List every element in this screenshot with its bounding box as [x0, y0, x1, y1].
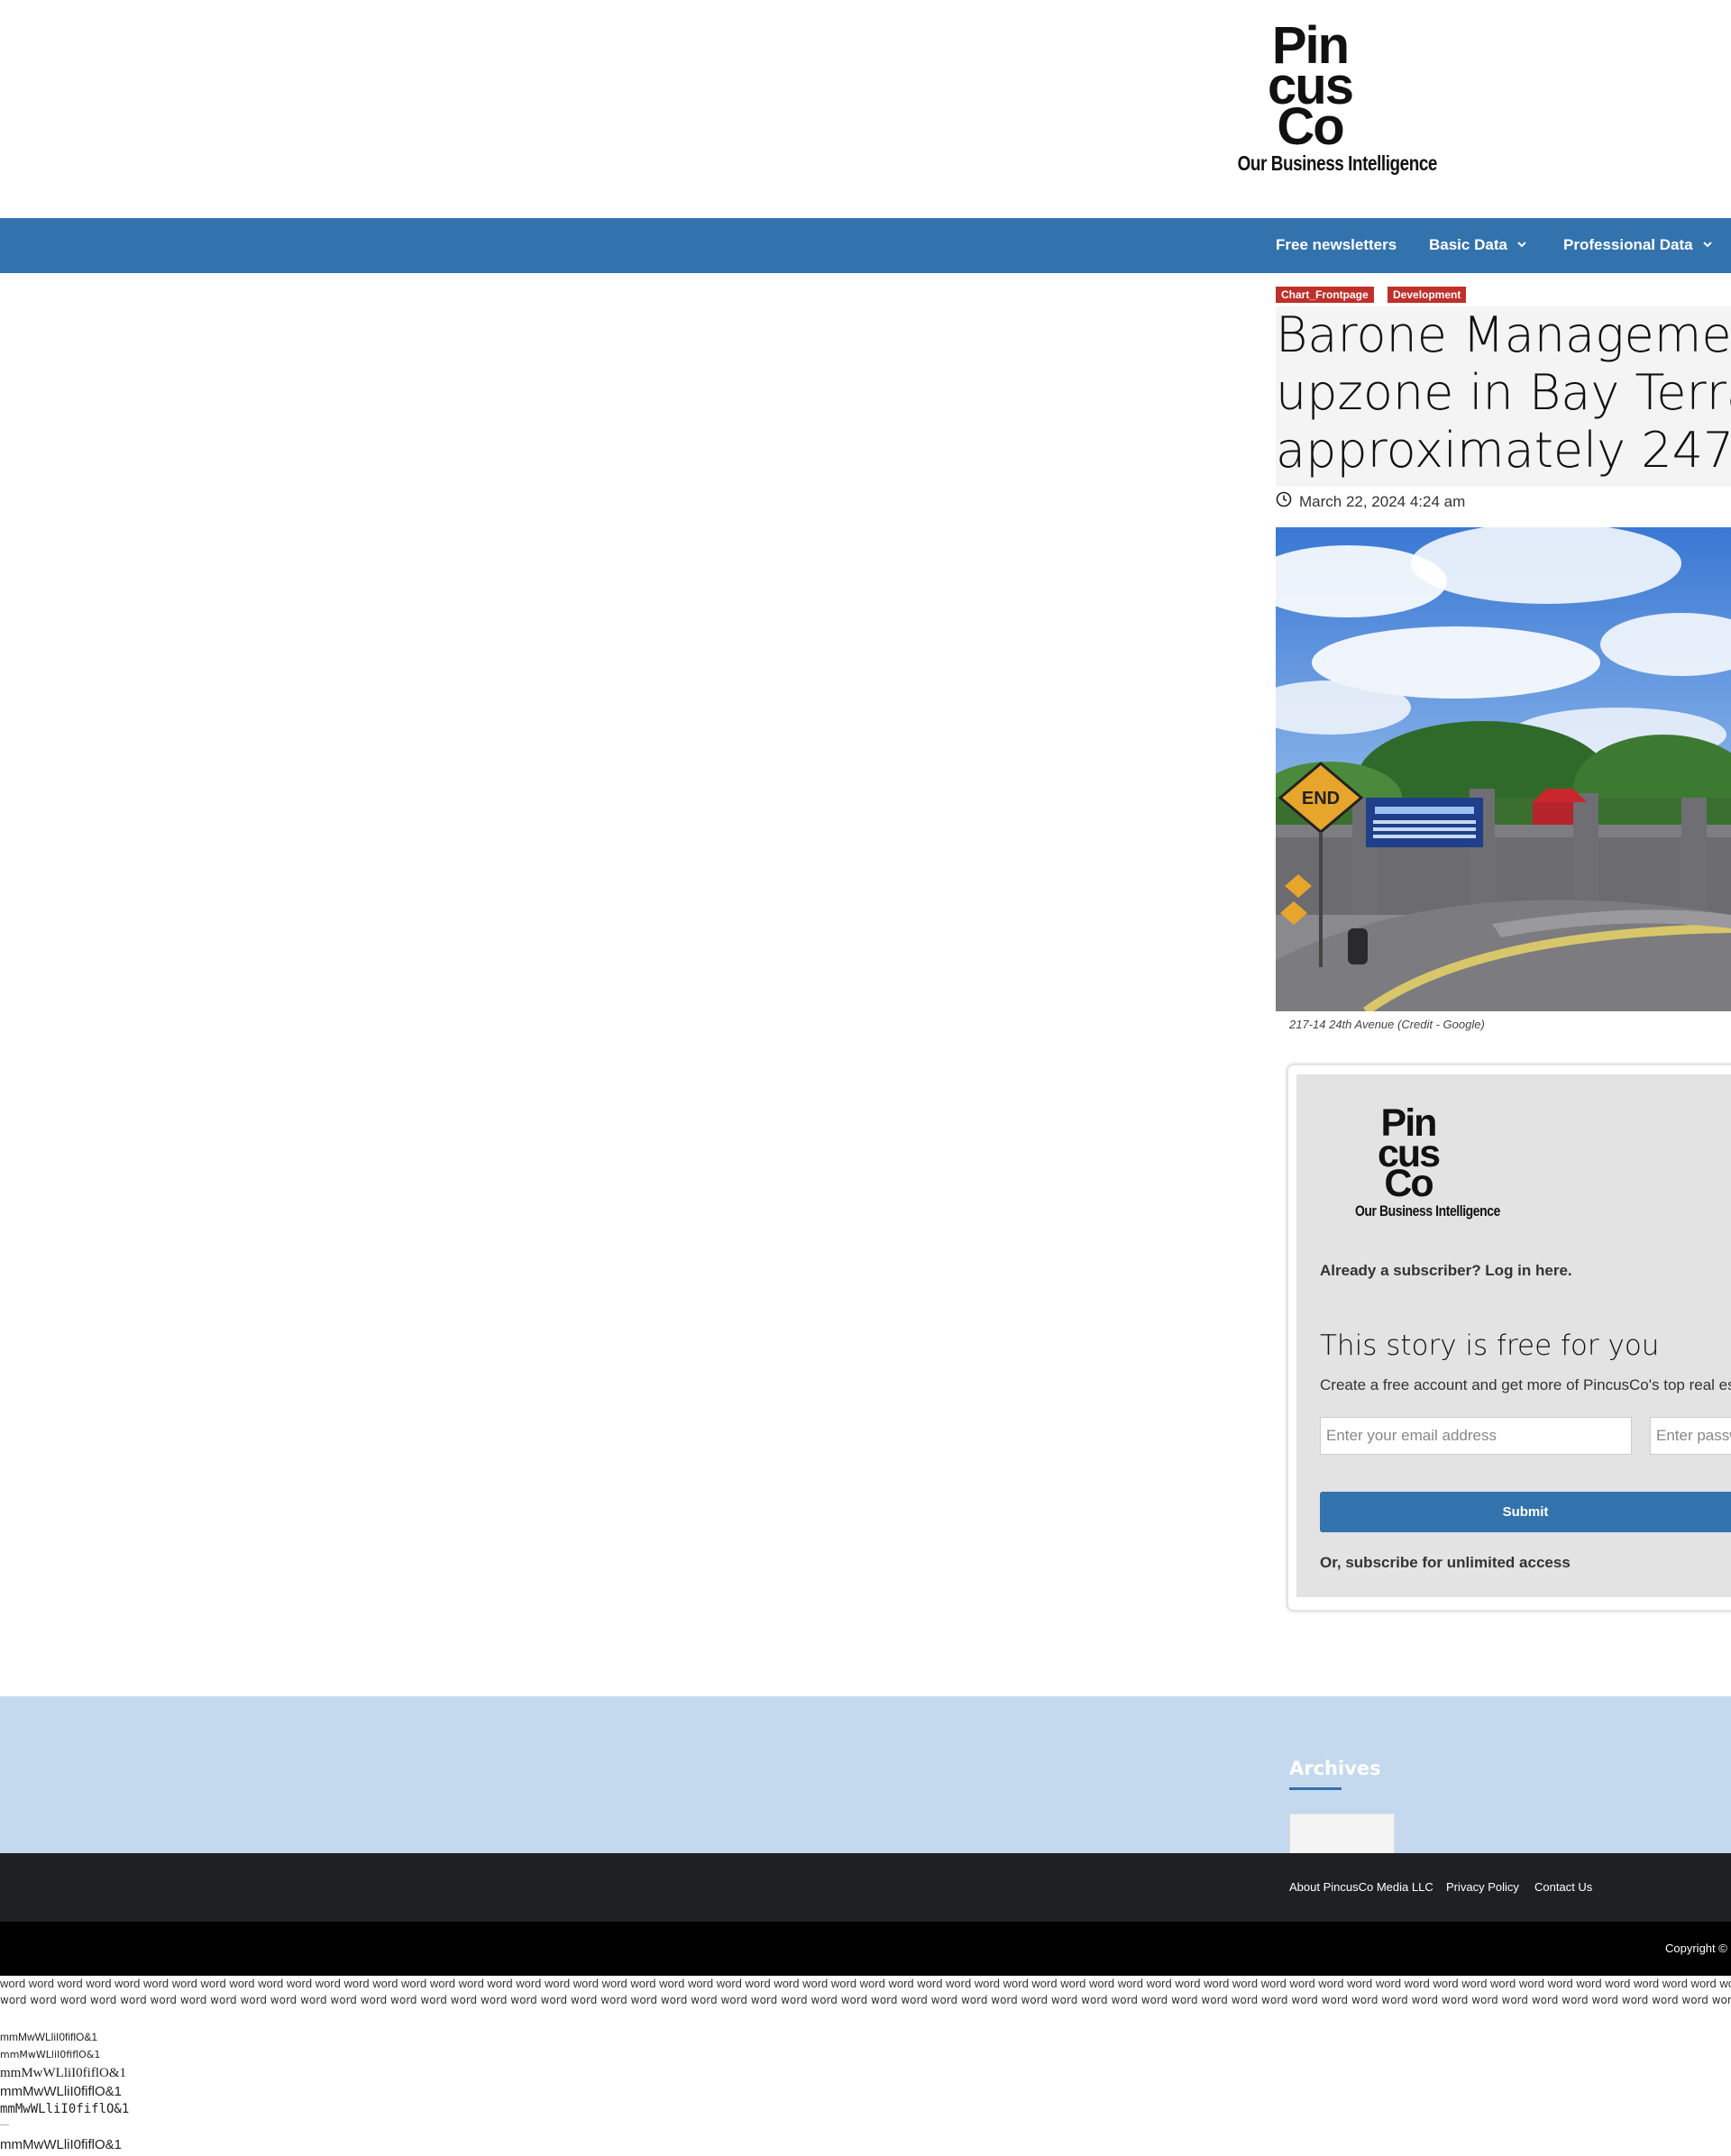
- article-title-line: Barone Managemen: [1276, 306, 1731, 363]
- paywall-logo: Pin cus Co Our Business Intelligence: [1343, 1104, 1500, 1220]
- email-field[interactable]: Enter your email address: [1320, 1417, 1632, 1455]
- nav-item-professional-data[interactable]: Professional Data: [1563, 236, 1713, 254]
- article-title-line: upzone in Bay Terrac: [1276, 364, 1731, 421]
- paywall-title: This story is free for you: [1320, 1329, 1660, 1362]
- paywall-logo-tagline: Our Business Intelligence: [1354, 1201, 1500, 1220]
- chevron-down-icon: [1516, 236, 1527, 254]
- font-sample: mmMwWLliI0fiflO&1: [0, 2031, 98, 2043]
- subscribe-link[interactable]: Or, subscribe for unlimited access: [1320, 1554, 1571, 1572]
- paywall-box: Pin cus Co Our Business Intelligence Alr…: [1296, 1074, 1731, 1597]
- archives-dropdown[interactable]: [1289, 1813, 1395, 1853]
- article-title-line: approximately 247 u: [1276, 422, 1731, 479]
- submit-button[interactable]: Submit: [1320, 1492, 1731, 1532]
- password-field[interactable]: Enter passw: [1650, 1417, 1731, 1455]
- category-badge-development[interactable]: Development: [1388, 287, 1467, 303]
- nav-item-free-newsletters[interactable]: Free newsletters: [1276, 236, 1397, 254]
- font-sample: mmMwWLliI0fiflO&1: [0, 2137, 123, 2152]
- article-title: Barone Managemen upzone in Bay Terrac ap…: [1276, 306, 1731, 487]
- font-sample: mmMwWLliI0fiflO&1: [0, 2084, 123, 2099]
- footer-widget-area: [0, 1696, 1731, 1853]
- footer-link-contact[interactable]: Contact Us: [1534, 1880, 1592, 1894]
- logo-line-3: Co: [1277, 97, 1344, 157]
- article-date: March 22, 2024 4:24 am: [1276, 491, 1465, 512]
- font-dash: —: [0, 2120, 9, 2130]
- login-link[interactable]: Already a subscriber? Log in here.: [1320, 1262, 1572, 1280]
- font-sample: mmMwWLliI0fiflO&1: [0, 2049, 101, 2060]
- nav-item-label: Professional Data: [1563, 236, 1693, 253]
- logo-line-3: Co: [1384, 1162, 1433, 1206]
- font-sample: mmMwWLliI0fiflO&1: [0, 2066, 126, 2080]
- clock-icon: [1276, 491, 1292, 512]
- archives-underline: [1289, 1787, 1342, 1790]
- chevron-down-icon: [1702, 236, 1713, 254]
- site-logo[interactable]: Pin cus Co Our Business Intelligence: [1222, 19, 1438, 176]
- font-sample: mmMwWLliI0fiflO&1: [0, 2102, 130, 2116]
- image-caption: 217-14 24th Avenue (Credit - Google): [1289, 1018, 1485, 1031]
- nav-item-label: Free newsletters: [1276, 236, 1397, 253]
- site-tagline: Our Business Intelligence: [1237, 151, 1438, 175]
- footer-link-about[interactable]: About PincusCo Media LLC: [1289, 1880, 1433, 1894]
- featured-image: END: [1276, 527, 1731, 1011]
- nav-item-basic-data[interactable]: Basic Data: [1429, 236, 1527, 254]
- footer-link-privacy[interactable]: Privacy Policy: [1446, 1880, 1519, 1894]
- copyright-text: Copyright ©: [1665, 1941, 1727, 1955]
- article-date-text: March 22, 2024 4:24 am: [1299, 492, 1466, 510]
- word-line: word word word word word word word word …: [0, 1994, 1731, 2006]
- end-sign-text: END: [1302, 789, 1340, 808]
- word-line: word word word word word word word word …: [0, 1977, 1731, 1990]
- paywall-description: Create a free account and get more of Pi…: [1320, 1376, 1731, 1393]
- nav-item-label: Basic Data: [1429, 236, 1507, 253]
- copyright-bar: [0, 1922, 1731, 1976]
- archives-title: Archives: [1289, 1758, 1381, 1779]
- category-badge-chart-frontpage[interactable]: Chart_Frontpage: [1276, 287, 1374, 303]
